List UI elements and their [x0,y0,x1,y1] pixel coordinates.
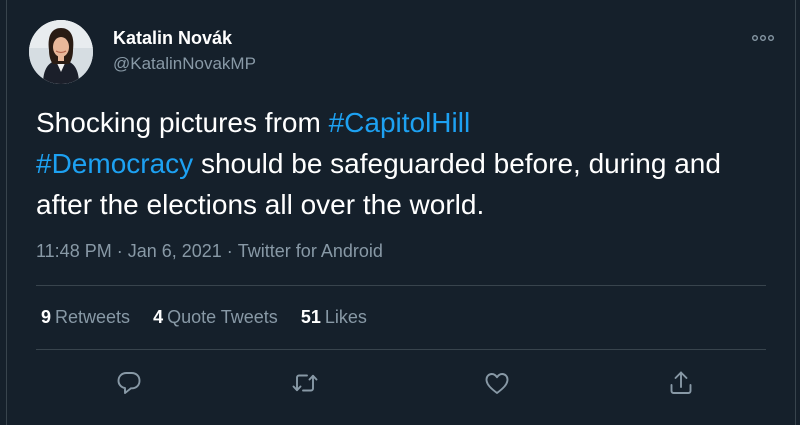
more-horizontal-icon [752,34,775,41]
tweet-text-segment: after the elections all over the world. [36,189,485,220]
retweet-icon [292,374,318,392]
likes-stat[interactable]: 51 Likes [301,307,367,328]
tweet-source[interactable]: Twitter for Android [238,241,383,261]
meta-separator: · [116,241,123,261]
like-button[interactable] [482,368,512,398]
tweet-text: Shocking pictures from #CapitolHill #Demo… [36,102,776,225]
retweets-label: Retweets [55,307,131,327]
quote-tweets-stat[interactable]: 4 Quote Tweets [153,307,278,328]
tweet-date[interactable]: Jan 6, 2021 [128,241,222,261]
likes-count: 51 [300,307,321,327]
hashtag-link[interactable]: #Democracy [36,148,193,179]
tweet-time[interactable]: 11:48 PM [36,241,112,261]
divider [36,285,766,286]
author-display-name[interactable]: Katalin Novák [113,27,256,49]
more-options-button[interactable] [751,30,775,46]
avatar-image [29,20,93,84]
heart-icon [485,373,509,394]
tweet-actions [7,368,795,398]
retweets-stat[interactable]: 9 Retweets [41,307,130,328]
share-icon [670,371,692,394]
share-button[interactable] [666,368,696,398]
reply-button[interactable] [114,368,144,398]
tweet-meta: 11:48 PM · Jan 6, 2021 · Twitter for Android [36,241,383,262]
retweet-button[interactable] [290,368,320,398]
tweet-card: Katalin Novák @KatalinNovakMP Shocking p… [6,0,796,425]
tweet-stats: 9 Retweets 4 Quote Tweets 51 Likes [41,307,390,328]
likes-label: Likes [324,307,367,327]
meta-separator: · [226,241,233,261]
author-handle[interactable]: @KatalinNovakMP [113,52,256,76]
tweet-text-segment: should be safeguarded before, during and [193,148,721,179]
author-names: Katalin Novák @KatalinNovakMP [113,27,256,76]
avatar[interactable] [29,20,93,84]
quote-tweets-label: Quote Tweets [167,307,278,327]
retweets-count: 9 [41,307,52,327]
quote-tweets-count: 4 [153,307,164,327]
hashtag-link[interactable]: #CapitolHill [329,107,471,138]
divider [36,349,766,350]
tweet-header: Katalin Novák @KatalinNovakMP [29,20,777,84]
reply-icon [117,372,141,394]
tweet-text-segment: Shocking pictures from [36,107,329,138]
